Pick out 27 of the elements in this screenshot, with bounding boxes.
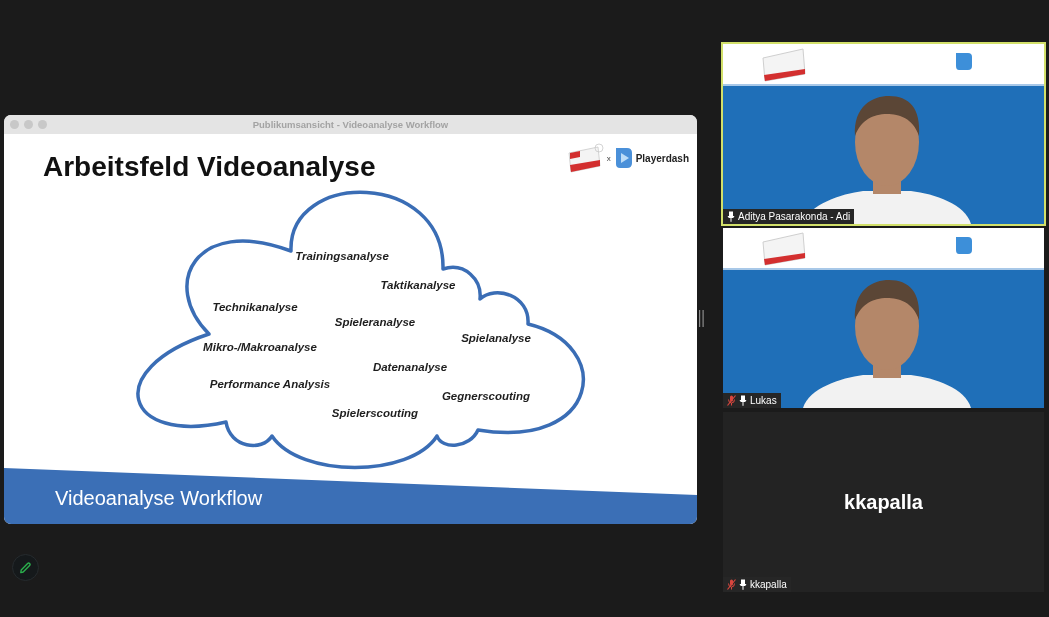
slide-heading: Arbeitsfeld Videoanalyse xyxy=(43,151,376,183)
pin-icon xyxy=(739,395,747,406)
cloud-term: Mikro-/Makroanalyse xyxy=(203,341,317,353)
cloud-term: Trainingsanalyse xyxy=(295,250,389,262)
cloud-term: Taktikanalyse xyxy=(380,279,456,291)
badge-logo-icon xyxy=(567,143,604,173)
cloud-term: Gegnerscouting xyxy=(441,390,531,402)
participant-name: Aditya Pasarakonda - Adi xyxy=(738,211,851,222)
logo-separator: x xyxy=(606,153,611,163)
play-logo-icon xyxy=(613,147,633,169)
pin-icon xyxy=(739,579,747,590)
cloud-term: Spieleranalyse xyxy=(334,316,416,328)
cloud-term: Performance Analysis xyxy=(209,378,331,390)
cloud-term: Technikanalyse xyxy=(212,301,298,313)
cloud-term: Spielanalyse xyxy=(461,332,531,344)
annotate-button[interactable] xyxy=(12,554,39,581)
footer-title: Videoanalyse Workflow xyxy=(55,486,263,510)
participant-name: kkapalla xyxy=(750,579,787,590)
cloud-term: Spielerscouting xyxy=(331,407,419,419)
participant-name: Lukas xyxy=(750,395,777,406)
cloud-term: Datenanalyse xyxy=(372,361,448,373)
resize-handle-icon[interactable] xyxy=(699,310,704,327)
pencil-icon xyxy=(19,561,32,574)
window-title: Publikumsansicht - Videoanalyse Workflow xyxy=(252,119,449,130)
participant-tile-name: kkapalla xyxy=(844,490,923,514)
brand-name: Playerdash xyxy=(635,152,689,164)
pin-icon xyxy=(727,211,735,222)
